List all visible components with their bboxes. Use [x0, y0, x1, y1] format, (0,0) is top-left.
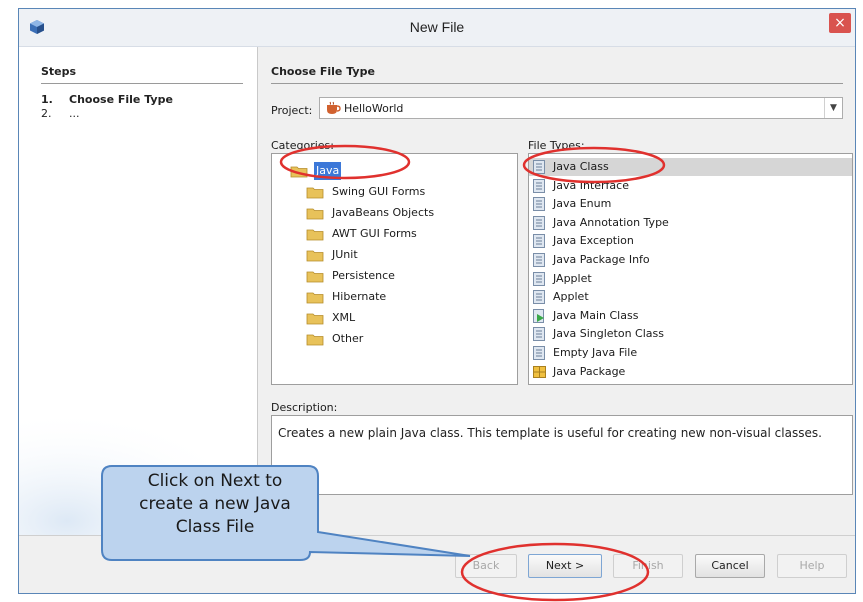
category-label: XML: [332, 311, 356, 324]
section-title: Choose File Type: [271, 65, 375, 78]
folder-icon: [306, 292, 324, 304]
project-label: Project:: [271, 104, 313, 117]
file-type-label: Java Enum: [553, 197, 612, 211]
step-item-1: 1. Choose File Type: [41, 93, 173, 106]
package-icon: [533, 365, 546, 378]
file-type-item[interactable]: Java Singleton Class: [529, 325, 852, 343]
category-label: JavaBeans Objects: [332, 206, 435, 219]
project-select[interactable]: HelloWorld ▼: [319, 97, 843, 119]
file-type-label: Java Class: [553, 160, 609, 173]
section-divider: [271, 83, 843, 84]
java-file-icon: [533, 290, 545, 305]
chevron-down-icon[interactable]: ▼: [824, 98, 842, 118]
file-type-item[interactable]: Java Class: [529, 158, 852, 176]
category-label: Java: [314, 162, 342, 180]
steps-divider: [41, 83, 243, 84]
file-types-list[interactable]: Java Class Java Interface Java Enum Java An…: [528, 153, 853, 385]
step-item-2: 2....: [41, 107, 80, 120]
category-label: AWT GUI Forms: [332, 227, 417, 240]
callout-text: Click on Next to create a new Java Class…: [98, 470, 332, 539]
java-file-icon: [533, 253, 545, 267]
file-type-item[interactable]: Java Package: [529, 363, 852, 381]
category-label: JUnit: [332, 248, 358, 261]
next-button[interactable]: Next >: [528, 554, 602, 578]
file-type-item[interactable]: Java Package Info: [529, 251, 852, 269]
file-type-label: Java Annotation Type: [553, 215, 669, 229]
title-bar: New File ×: [19, 9, 855, 47]
file-type-label: JApplet: [553, 271, 592, 285]
dialog-title: New File: [409, 19, 465, 35]
coffee-cup-project-icon: [327, 101, 341, 114]
main-content: Choose File Type Project: HelloWorld ▼ C…: [259, 47, 855, 535]
category-label: Swing GUI Forms: [332, 185, 426, 198]
callout-line: Click on Next to: [147, 471, 283, 491]
finish-button[interactable]: Finish: [613, 554, 683, 578]
step-number: 2.: [41, 107, 52, 120]
file-type-label: Java Main Class: [553, 308, 639, 322]
close-button[interactable]: ×: [829, 13, 851, 33]
step-number: 1.: [41, 93, 53, 106]
back-button[interactable]: Back: [455, 554, 517, 578]
category-label: Hibernate: [332, 290, 387, 303]
steps-panel: Steps 1. Choose File Type 2....: [19, 47, 258, 535]
file-type-item[interactable]: Java Enum: [529, 195, 852, 213]
folder-icon: [306, 313, 324, 325]
file-type-label: Java Singleton Class: [553, 327, 664, 341]
folder-icon: [306, 334, 324, 346]
button-bar: Back Next > Finish Cancel Help: [19, 535, 855, 593]
file-type-label: Java Interface: [553, 178, 629, 192]
java-file-icon: [533, 160, 545, 174]
callout-line: create a new Java: [139, 494, 291, 514]
file-type-label: Applet: [553, 290, 589, 304]
file-type-item[interactable]: Java Annotation Type: [529, 214, 852, 232]
step-label: ...: [69, 107, 80, 120]
java-main-class-icon: [533, 308, 544, 323]
file-type-label: Java Package Info: [553, 253, 650, 266]
category-label: Other: [332, 332, 364, 345]
folder-icon: [306, 229, 324, 241]
help-button[interactable]: Help: [777, 554, 847, 578]
folder-icon: [306, 208, 324, 220]
file-type-item[interactable]: Java Exception: [529, 232, 852, 250]
file-type-label: Java Package: [553, 364, 626, 378]
java-file-icon: [533, 327, 545, 342]
java-file-icon: [533, 215, 545, 230]
folder-icon: [290, 166, 308, 178]
description-label: Description:: [271, 401, 338, 414]
description-box: Creates a new plain Java class. This tem…: [271, 415, 853, 495]
java-file-icon: [533, 346, 545, 360]
file-type-item[interactable]: Applet: [529, 288, 852, 306]
file-type-label: Java Exception: [553, 234, 634, 248]
java-file-icon: [533, 178, 545, 193]
file-type-item[interactable]: Java Interface: [529, 177, 852, 195]
file-types-label: File Types:: [528, 139, 585, 152]
folder-icon: [306, 271, 324, 283]
java-file-icon: [533, 271, 545, 286]
file-type-item[interactable]: JApplet: [529, 270, 852, 288]
folder-icon: [306, 250, 324, 262]
java-file-icon: [533, 234, 545, 249]
step-label: Choose File Type: [69, 93, 173, 106]
file-type-item[interactable]: Java Main Class: [529, 307, 852, 325]
categories-tree[interactable]: Java Swing GUI Forms JavaBeans Objects AWT …: [271, 153, 518, 385]
folder-icon: [306, 187, 324, 199]
steps-heading: Steps: [41, 65, 77, 78]
categories-label: Categories:: [271, 139, 334, 152]
callout-line: Class File: [175, 517, 255, 537]
project-value: HelloWorld: [344, 102, 404, 115]
java-file-icon: [533, 197, 545, 212]
file-type-item[interactable]: Empty Java File: [529, 344, 852, 362]
category-label: Persistence: [332, 269, 395, 282]
file-type-label: Empty Java File: [553, 346, 638, 359]
cancel-button[interactable]: Cancel: [695, 554, 765, 578]
